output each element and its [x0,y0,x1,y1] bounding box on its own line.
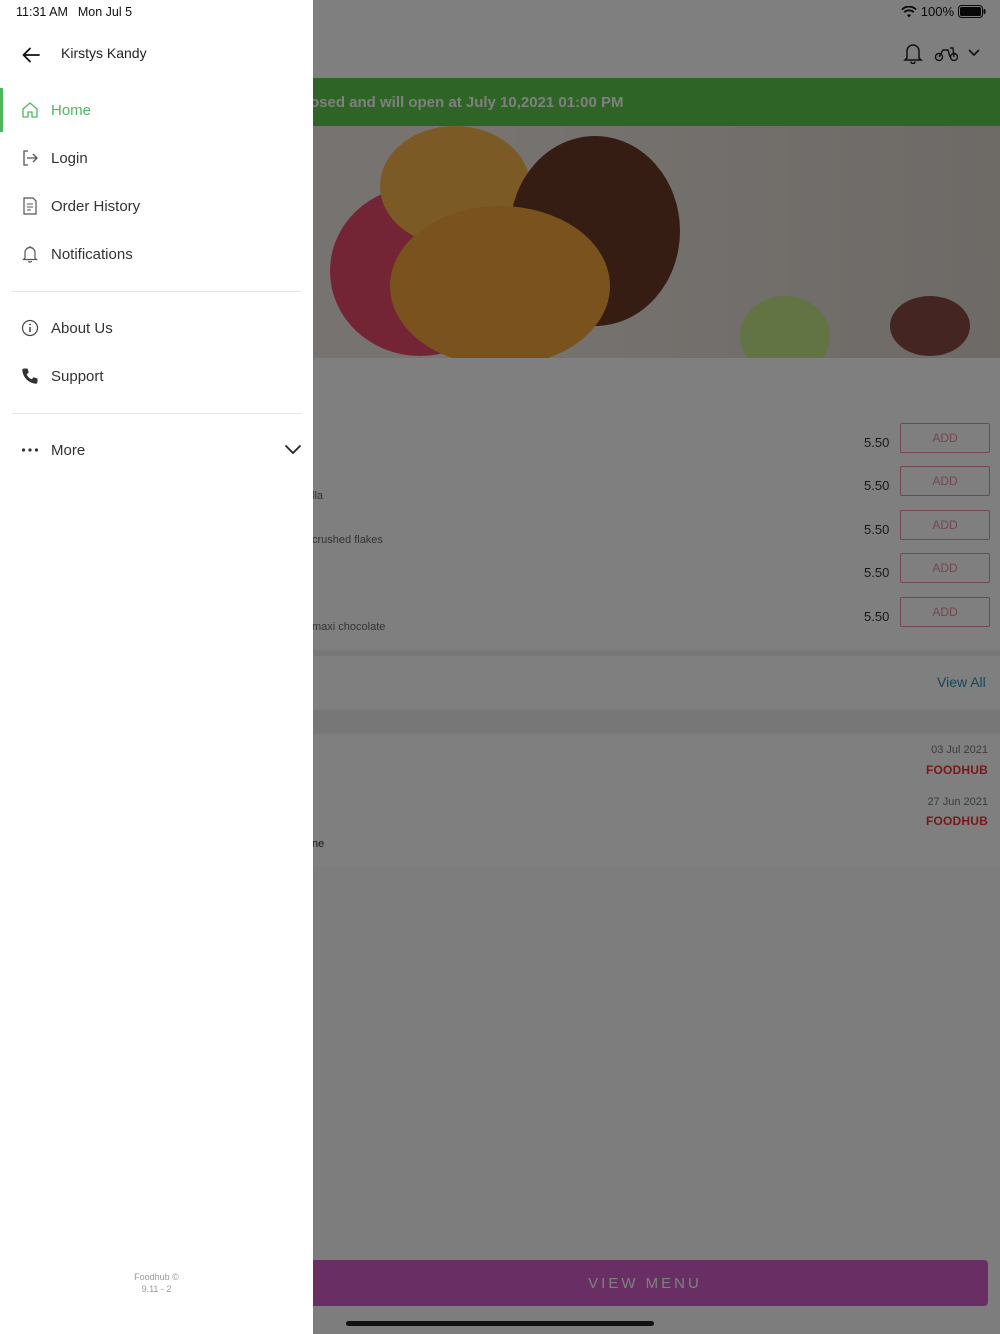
back-arrow-icon[interactable] [16,40,46,70]
chevron-down-icon[interactable] [283,439,303,459]
bell-icon [19,243,41,265]
store-name: Kirstys Kandy [61,45,147,61]
nav-item-support[interactable]: Support [0,354,313,398]
receipt-icon [19,195,41,217]
info-icon [19,317,41,339]
navigation-drawer: 11:31 AM Mon Jul 5 Kirstys Kandy Home Log… [0,0,313,1334]
login-icon [19,147,41,169]
nav-item-order-history[interactable]: Order History [0,184,313,228]
nav-label: Home [51,101,92,119]
nav-item-notifications[interactable]: Notifications [0,232,313,276]
drawer-header: Kirstys Kandy [0,30,313,78]
home-icon [19,99,41,121]
status-time: 11:31 AM [16,5,68,19]
nav-item-about-us[interactable]: About Us [0,306,313,350]
home-indicator [346,1321,654,1326]
drawer-divider [12,413,302,414]
status-date: Mon Jul 5 [77,5,133,19]
nav-label: Login [51,149,88,167]
drawer-footer: Foodhub © 9.11 - 2 [0,1271,313,1295]
footer-version: 9.11 - 2 [141,1284,172,1294]
nav-label: Order History [51,197,141,215]
nav-label: More [51,441,86,459]
nav-item-more[interactable]: More [0,428,313,472]
active-indicator [0,88,3,132]
nav-item-login[interactable]: Login [0,136,313,180]
status-bar-left: 11:31 AM Mon Jul 5 [16,5,132,19]
footer-copyright: Foodhub © [134,1272,179,1282]
drawer-divider [12,291,302,292]
more-dots-icon [19,439,41,461]
nav-label: Notifications [51,245,133,263]
nav-item-home[interactable]: Home [0,88,313,132]
nav-label: Support [51,367,104,385]
phone-icon [19,365,41,387]
nav-label: About Us [51,319,113,337]
